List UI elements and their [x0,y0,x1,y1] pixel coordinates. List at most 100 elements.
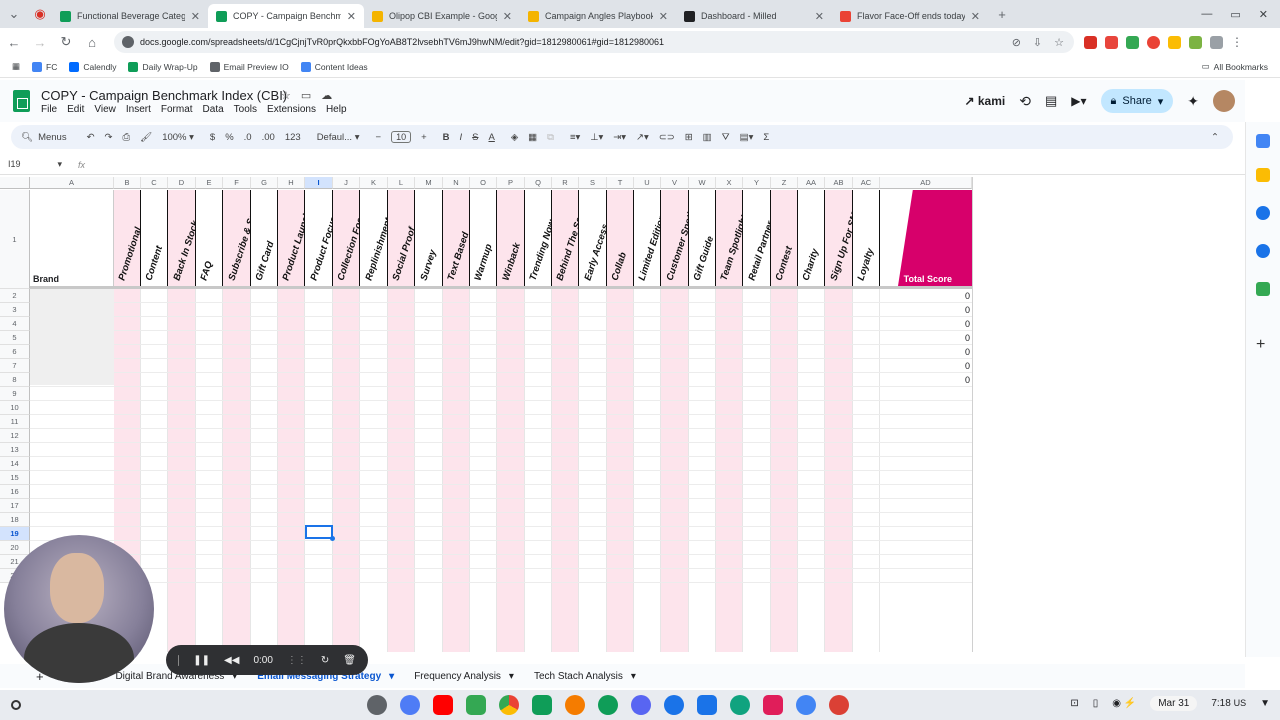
keep-icon[interactable] [1256,168,1270,182]
maps-icon[interactable] [1256,282,1270,296]
category-header-cell[interactable]: Early Access [579,190,607,286]
column-header-n[interactable]: N [443,177,470,189]
text-wrap-icon[interactable]: ⇥▾ [613,132,626,143]
bookmark-item[interactable]: FC [32,61,57,72]
menu-data[interactable]: Data [203,104,224,115]
url-text[interactable]: docs.google.com/spreadsheets/d/1CgCjnjTv… [140,37,664,47]
avatar[interactable] [1213,90,1235,112]
menus-search[interactable]: 🔍︎ Menus [21,132,67,143]
browser-tab[interactable]: COPY - Campaign Benchm ✕ [208,4,364,28]
sheet-tab[interactable]: Tech Stach Analysis ▾ [534,671,636,682]
column-header-ad[interactable]: AD [880,177,972,189]
column-header-g[interactable]: G [251,177,278,189]
category-header-cell[interactable]: Product Launch [278,190,305,286]
sheet-tab-menu-icon[interactable]: ▾ [509,671,514,682]
sheet-tab-menu-icon[interactable]: ▾ [631,671,636,682]
filter-views-icon[interactable]: ▤▾ [740,132,754,143]
category-header-cell[interactable]: FAQ [196,190,223,286]
new-tab-button[interactable]: + [990,7,1014,22]
column-header-r[interactable]: R [552,177,579,189]
total-score-cell[interactable]: 0 [940,333,970,343]
chat-app-icon[interactable] [598,695,618,715]
category-header-cell[interactable]: Subscribe & Save [223,190,251,286]
menu-tools[interactable]: Tools [234,104,257,115]
column-header-v[interactable]: V [661,177,689,189]
browser-tab[interactable]: Olipop CBI Example - Google S✕ [364,4,520,28]
align-left-icon[interactable]: ≡▾ [570,132,580,143]
cloud-status-icon[interactable]: ☁ [321,89,332,102]
menu-format[interactable]: Format [161,104,193,115]
row-header[interactable]: 17 [0,499,30,513]
menu-dots-icon[interactable]: ⋮ [1231,35,1243,49]
assistant-app-icon[interactable] [796,695,816,715]
screen-capture-icon[interactable]: ⊡ [1070,698,1078,709]
percent-button[interactable]: % [225,132,233,143]
tab-close-icon[interactable]: ✕ [653,10,668,23]
bookmark-item[interactable]: Content Ideas [300,61,368,72]
text-color-icon[interactable]: A [489,132,495,143]
text-rotate-icon[interactable]: ↗▾ [636,132,649,143]
stop-icon[interactable] [178,654,180,666]
contacts-icon[interactable] [1256,244,1270,258]
youtube-app-icon[interactable] [433,695,453,715]
app-icon[interactable] [565,695,585,715]
sheet-tab-menu-icon[interactable]: ▾ [389,671,394,682]
drag-handle-icon[interactable]: ⋮⋮ [287,655,307,666]
category-header-cell[interactable]: Gift Card [251,190,278,286]
move-folder-icon[interactable]: ▭ [301,89,311,102]
italic-icon[interactable]: I [460,132,463,143]
discord-app-icon[interactable] [631,695,651,715]
column-header-m[interactable]: M [415,177,443,189]
column-header-a[interactable]: A [30,177,114,189]
column-header-k[interactable]: K [360,177,388,189]
gemini-icon[interactable]: ✦ [1187,93,1199,110]
spreadsheet-grid[interactable]: A B C D E F G H I J K L M N O P Q R S T U V W X Y Z AA AB AC AD 1 2 3 4 5 6… [0,177,1240,652]
bookmark-item[interactable]: Daily Wrap-Up [128,61,198,72]
apps-grid-icon[interactable]: ▦ [12,61,20,72]
delete-icon[interactable]: 🗑︎ [343,655,356,666]
install-icon[interactable]: ⇩ [1033,36,1042,49]
tab-close-icon[interactable]: ✕ [185,10,200,23]
row-header[interactable]: 15 [0,471,30,485]
tasks-icon[interactable] [1256,206,1270,220]
column-header-s[interactable]: S [579,177,607,189]
comments-icon[interactable]: ▤ [1045,93,1057,109]
calendar-icon[interactable] [1256,134,1270,148]
date-chip[interactable]: Mar 31 [1150,696,1198,711]
row-header[interactable]: 19 [0,527,30,541]
category-header-cell[interactable]: Gift Guide [689,190,716,286]
extension-icon[interactable] [1189,35,1202,49]
back-icon[interactable]: ← [2,35,26,50]
menu-extensions[interactable]: Extensions [267,104,316,115]
tab-close-icon[interactable]: ✕ [965,10,980,23]
column-header-e[interactable]: E [196,177,223,189]
forward-icon[interactable]: → [28,35,52,50]
menu-help[interactable]: Help [326,104,347,115]
category-header-cell[interactable]: Limited Edition [634,190,661,286]
bold-icon[interactable]: B [443,132,450,143]
eye-off-icon[interactable]: ⊘ [1012,36,1021,49]
row-header[interactable]: 3 [0,303,30,317]
font-size-increase[interactable]: + [421,132,427,143]
all-bookmarks-button[interactable]: ▭ All Bookmarks [1202,61,1268,72]
tab-close-icon[interactable]: ✕ [497,10,512,23]
column-header-o[interactable]: O [470,177,497,189]
collapse-toolbar-icon[interactable]: ⌃ [1211,132,1219,143]
document-title[interactable]: COPY - Campaign Benchmark Index (CBI) [41,88,287,103]
sheets-app-icon[interactable] [532,695,552,715]
menu-file[interactable]: File [41,104,57,115]
font-size-input[interactable]: 10 [391,131,412,143]
files-app-icon[interactable] [697,695,717,715]
font-select[interactable]: Defaul... ▾ [317,132,360,143]
borders-icon[interactable]: ▦ [528,132,537,143]
meet-icon[interactable]: ▶▾ [1071,94,1086,108]
currency-button[interactable]: $ [210,132,215,143]
font-size-decrease[interactable]: − [376,132,382,143]
column-header-l[interactable]: L [388,177,415,189]
category-header-cell[interactable]: Replinishment [360,190,388,286]
total-score-header-cell[interactable]: Total Score [898,190,972,286]
row-header[interactable]: 12 [0,429,30,443]
chatgpt-app-icon[interactable] [730,695,750,715]
row-header[interactable]: 20 [0,541,30,555]
category-header-cell[interactable]: Contest [771,190,798,286]
